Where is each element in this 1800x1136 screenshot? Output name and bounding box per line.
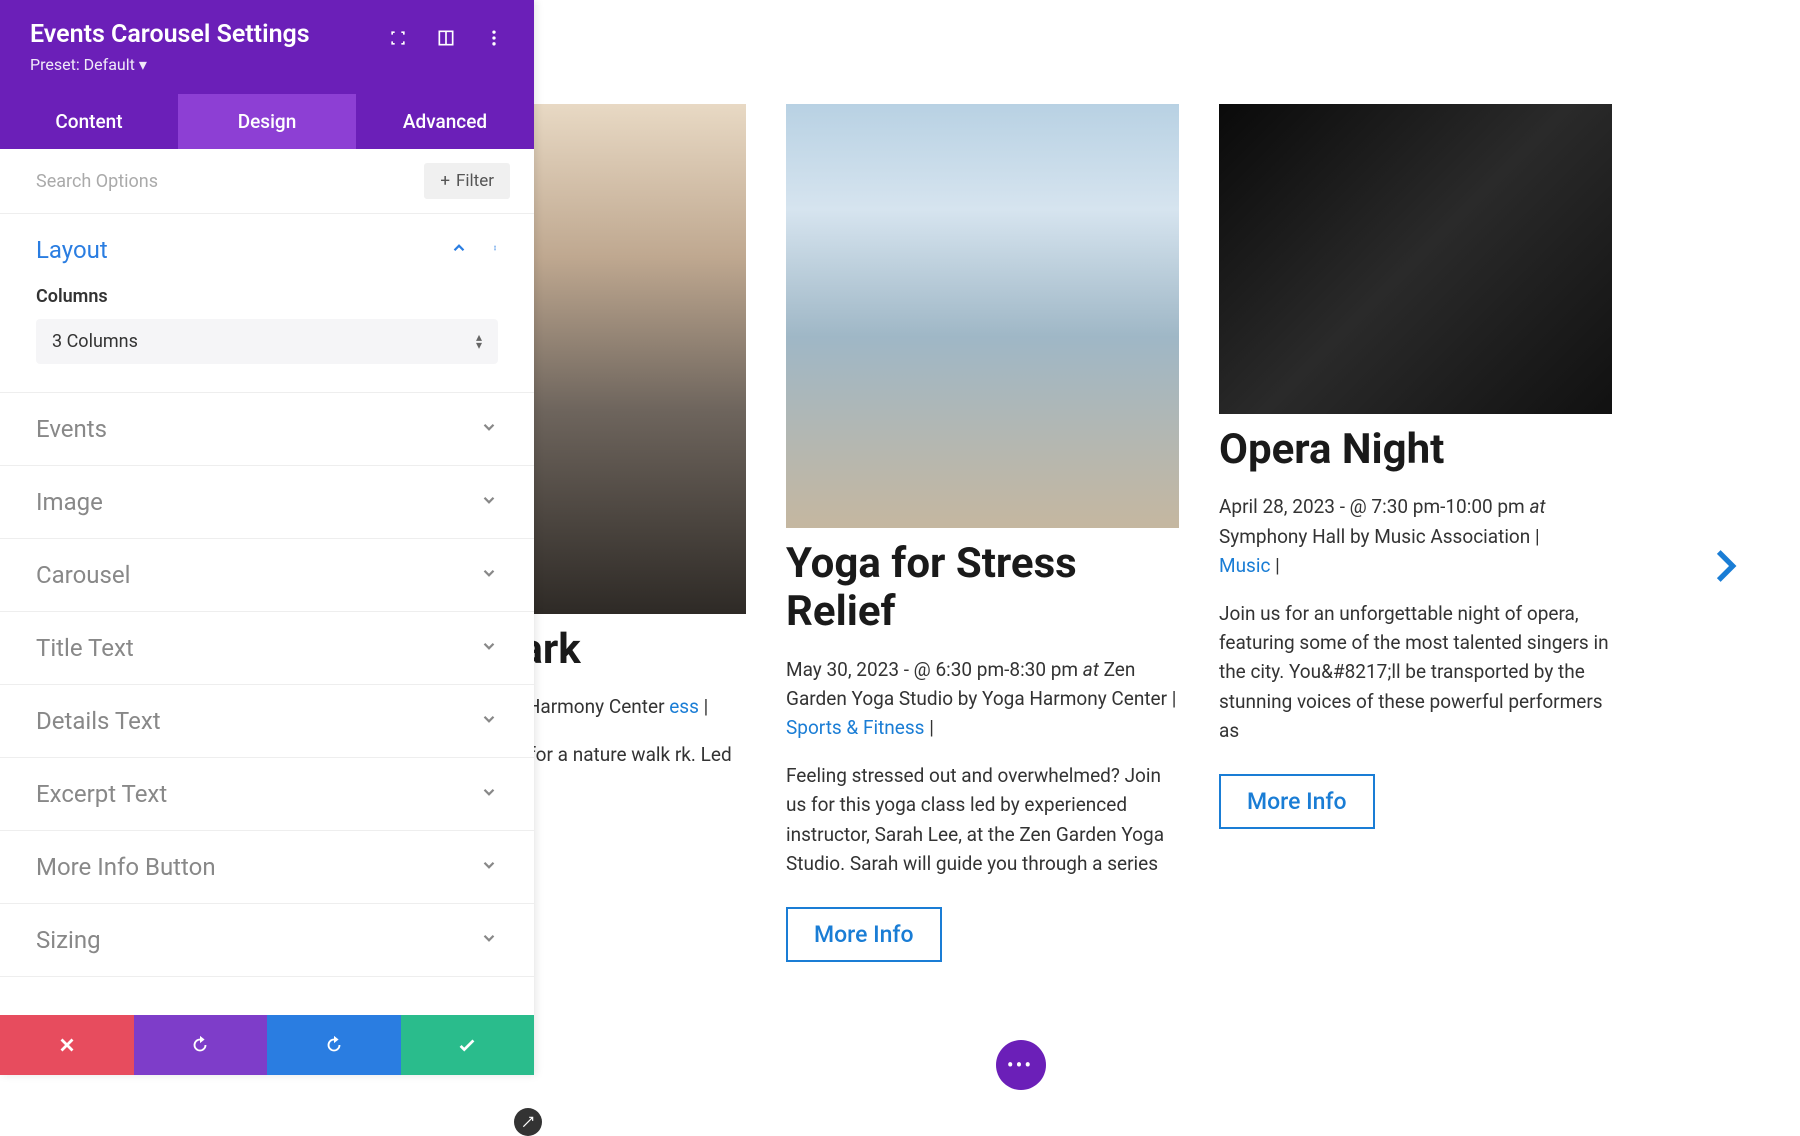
section-header-details-text[interactable]: Details Text [0,685,534,757]
resize-handle[interactable] [514,1108,542,1136]
event-category-link[interactable]: Sports & Fitness [786,716,924,739]
section-header-more-info-button[interactable]: More Info Button [0,831,534,903]
section-header-image[interactable]: Image [0,466,534,538]
event-title: Yoga for Stress Relief [786,540,1179,637]
event-category-link[interactable]: ess [669,695,699,718]
section-header-layout[interactable]: Layout [0,214,534,286]
event-category-link[interactable]: Music [1219,554,1270,577]
panel-header-text: Events Carousel Settings Preset: Default… [30,20,310,74]
event-excerpt: Feeling stressed out and overwhelmed? Jo… [786,761,1179,879]
search-input[interactable]: Search Options [36,171,158,192]
tab-design[interactable]: Design [178,94,356,149]
select-arrows-icon: ▴▾ [476,334,482,348]
filter-button[interactable]: + Filter [424,163,510,199]
events-carousel: e Walk in de Park - @ 7:00 am-9:00 am at… [396,104,1732,962]
tab-advanced[interactable]: Advanced [356,94,534,149]
panel-footer [0,1015,534,1075]
tabs: Content Design Advanced [0,94,534,149]
settings-panel: Events Carousel Settings Preset: Default… [0,0,534,1075]
cancel-button[interactable] [0,1015,134,1075]
chevron-down-icon [480,856,498,878]
chevron-up-icon [450,239,468,261]
chevron-down-icon [480,418,498,440]
panel-title: Events Carousel Settings [30,20,310,49]
section-layout: Layout Columns 3 Columns ▴▾ [0,214,534,393]
more-vert-icon[interactable] [484,28,504,52]
section-header-excerpt-text[interactable]: Excerpt Text [0,758,534,830]
section-more-icon[interactable] [492,239,498,261]
plus-icon: + [440,171,450,191]
panel-header: Events Carousel Settings Preset: Default… [0,0,534,94]
undo-button[interactable] [134,1015,268,1075]
columns-label: Columns [36,286,498,307]
section-events: Events [0,393,534,466]
section-image: Image [0,466,534,539]
more-horiz-icon: ••• [1007,1053,1033,1077]
preset-dropdown[interactable]: Preset: Default ▾ [30,55,310,74]
more-info-button[interactable]: More Info [786,907,942,962]
tab-content[interactable]: Content [0,94,178,149]
section-header-events[interactable]: Events [0,393,534,465]
section-excerpt-text: Excerpt Text [0,758,534,831]
layout-toggle-icon[interactable] [436,28,456,52]
section-more-info-button: More Info Button [0,831,534,904]
section-header-carousel[interactable]: Carousel [0,539,534,611]
event-meta: April 28, 2023 - @ 7:30 pm-10:00 pm at S… [1219,492,1612,580]
event-title: Opera Night [1219,426,1612,474]
event-excerpt: Join us for an unforgettable night of op… [1219,599,1612,746]
save-button[interactable] [401,1015,535,1075]
chevron-down-icon [480,637,498,659]
event-card: Opera Night April 28, 2023 - @ 7:30 pm-1… [1219,104,1612,962]
expand-icon[interactable] [388,28,408,52]
chevron-down-icon [480,783,498,805]
event-card: Yoga for Stress Relief May 30, 2023 - @ … [786,104,1179,962]
section-carousel: Carousel [0,539,534,612]
section-body-layout: Columns 3 Columns ▴▾ [0,286,534,392]
chevron-down-icon [480,710,498,732]
event-image [1219,104,1612,414]
section-header-title-text[interactable]: Title Text [0,612,534,684]
chevron-down-icon [480,564,498,586]
carousel-next-button[interactable] [1703,545,1745,591]
floating-more-button[interactable]: ••• [996,1040,1046,1090]
section-header-sizing[interactable]: Sizing [0,904,534,976]
columns-select[interactable]: 3 Columns ▴▾ [36,319,498,364]
section-title-text: Title Text [0,612,534,685]
search-row: Search Options + Filter [0,149,534,214]
chevron-down-icon [480,491,498,513]
event-meta: May 30, 2023 - @ 6:30 pm-8:30 pm at Zen … [786,655,1179,743]
panel-header-icons [388,28,504,52]
chevron-down-icon [480,929,498,951]
more-info-button[interactable]: More Info [1219,774,1375,829]
section-sizing: Sizing [0,904,534,977]
section-details-text: Details Text [0,685,534,758]
sections-list[interactable]: Layout Columns 3 Columns ▴▾ Events [0,214,534,1015]
event-image [786,104,1179,528]
redo-button[interactable] [267,1015,401,1075]
